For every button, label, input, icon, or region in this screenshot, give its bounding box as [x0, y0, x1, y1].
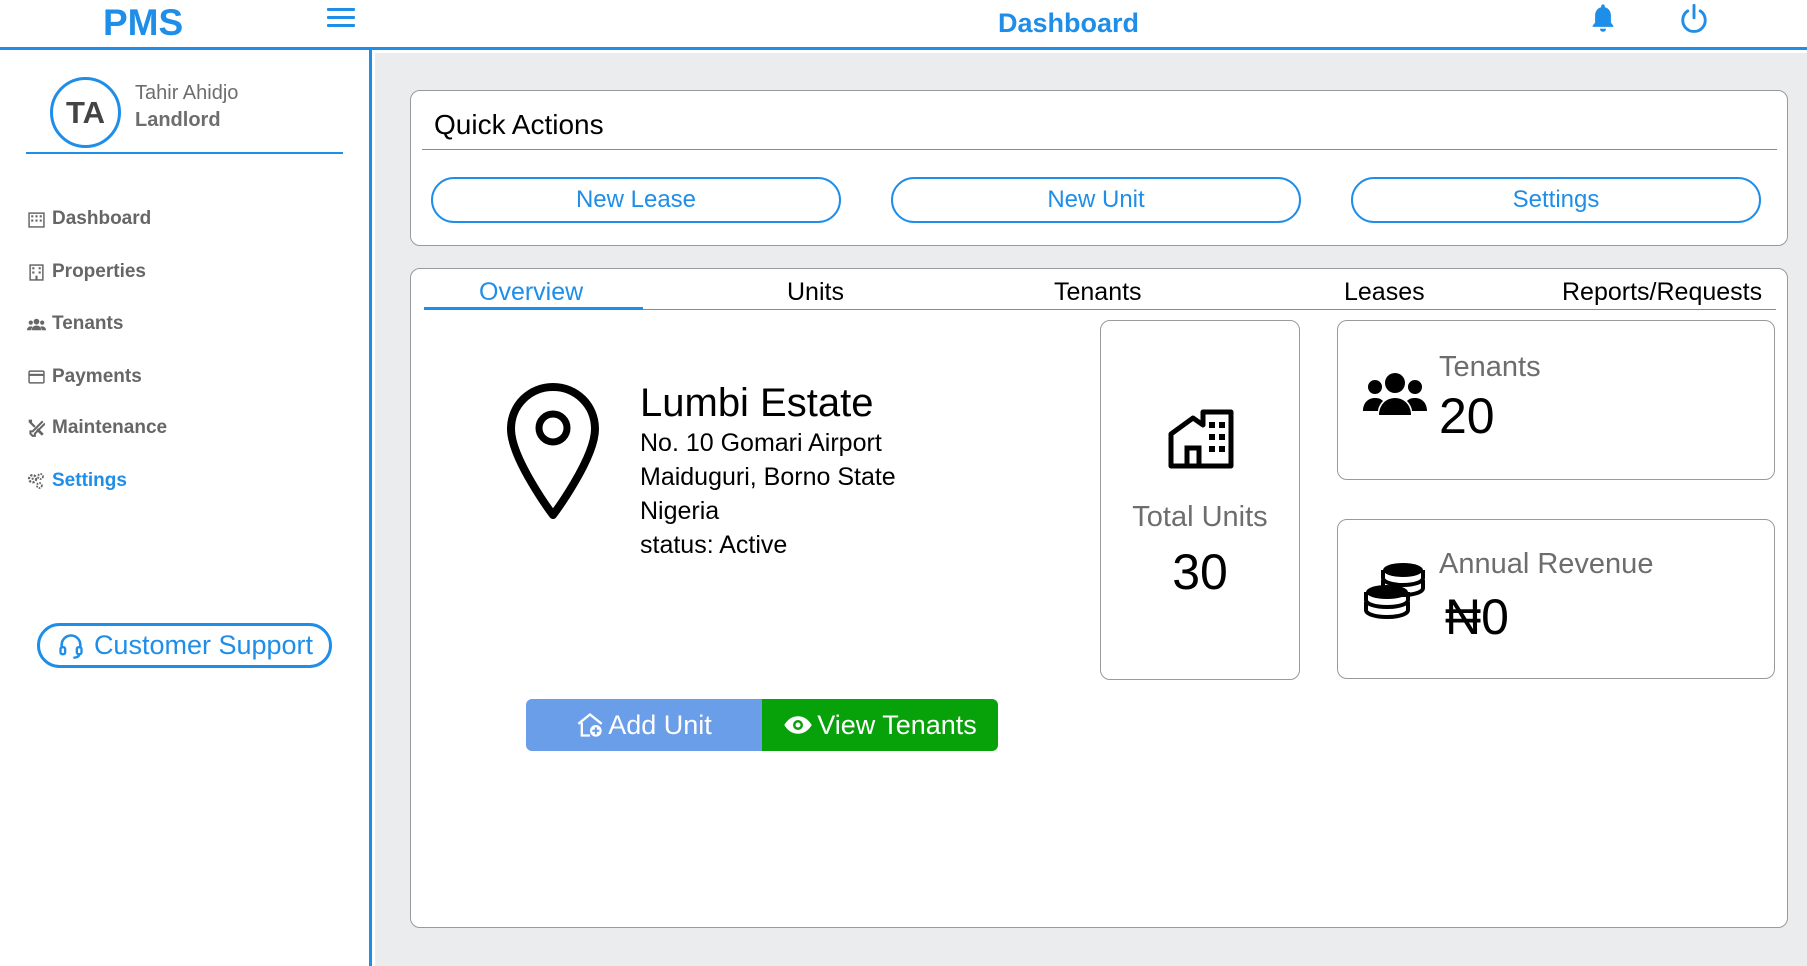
settings-button[interactable]: Settings	[1351, 177, 1761, 223]
tab-units[interactable]: Units	[787, 278, 844, 307]
sidebar-item-properties[interactable]: Properties	[26, 258, 146, 286]
bell-icon[interactable]	[1588, 2, 1618, 36]
total-units-card: Total Units 30	[1100, 320, 1300, 680]
main-content: Quick Actions New Lease New Unit Setting…	[375, 53, 1807, 966]
view-tenants-button[interactable]: View Tenants	[762, 699, 998, 751]
users-icon	[26, 314, 46, 334]
sidebar-item-payments[interactable]: Payments	[26, 363, 142, 391]
credit-card-icon	[26, 367, 46, 387]
headset-icon	[59, 633, 83, 659]
total-units-label: Total Units	[1132, 501, 1268, 533]
tab-leases[interactable]: Leases	[1344, 278, 1425, 307]
sidebar-item-label: Dashboard	[52, 208, 152, 229]
sidebar-item-label: Settings	[52, 470, 127, 491]
user-name: Tahir Ahidjo	[135, 82, 239, 104]
active-tab-indicator	[424, 307, 643, 310]
tab-overview[interactable]: Overview	[479, 278, 583, 307]
tab-tenants[interactable]: Tenants	[1054, 278, 1142, 307]
property-overview-card: Overview Units Tenants Leases Reports/Re…	[410, 268, 1788, 928]
property-name: Lumbi Estate	[640, 381, 874, 425]
quick-actions-card: Quick Actions New Lease New Unit Setting…	[410, 90, 1788, 246]
quick-actions-title: Quick Actions	[434, 109, 604, 140]
eye-icon	[784, 716, 812, 734]
divider	[422, 149, 1777, 150]
new-lease-button[interactable]: New Lease	[431, 177, 841, 223]
add-unit-button[interactable]: Add Unit	[526, 699, 762, 751]
tenants-label: Tenants	[1439, 351, 1541, 383]
property-status: status: Active	[640, 531, 788, 559]
building-icon	[26, 262, 46, 282]
sidebar-item-settings[interactable]: Settings	[26, 467, 127, 495]
sidebar: TA Tahir Ahidjo Landlord Dashboard Prope…	[0, 50, 372, 966]
coins-icon	[1363, 560, 1427, 624]
users-icon	[1363, 371, 1427, 435]
power-icon[interactable]	[1679, 2, 1709, 36]
total-units-value: 30	[1172, 544, 1228, 600]
sidebar-item-label: Tenants	[52, 313, 124, 334]
annual-revenue-label: Annual Revenue	[1439, 548, 1654, 580]
tab-reports-requests[interactable]: Reports/Requests	[1562, 278, 1762, 307]
sidebar-item-tenants[interactable]: Tenants	[26, 310, 123, 338]
tools-icon	[26, 418, 46, 438]
hamburger-icon[interactable]	[327, 8, 355, 30]
annual-revenue-card: Annual Revenue ₦0	[1337, 519, 1775, 679]
sidebar-item-dashboard[interactable]: Dashboard	[26, 205, 151, 233]
building-icon	[1167, 408, 1235, 470]
sidebar-item-label: Properties	[52, 261, 146, 282]
brand-logo[interactable]: PMS	[103, 0, 183, 46]
annual-revenue-value: ₦0	[1445, 589, 1509, 645]
page-title: Dashboard	[998, 8, 1140, 38]
property-address-line2: Maiduguri, Borno State	[640, 463, 896, 491]
sidebar-item-maintenance[interactable]: Maintenance	[26, 414, 167, 442]
gears-icon	[26, 471, 46, 491]
sidebar-item-label: Maintenance	[52, 417, 168, 438]
view-tenants-label: View Tenants	[817, 709, 977, 740]
property-address-line1: No. 10 Gomari Airport	[640, 429, 882, 457]
sidebar-item-label: Payments	[52, 366, 142, 387]
location-pin-icon	[503, 381, 603, 521]
top-bar: PMS Dashboard	[0, 0, 1807, 50]
house-plus-icon	[577, 713, 603, 737]
customer-support-label: Customer Support	[93, 630, 314, 660]
property-action-buttons: Add Unit View Tenants	[526, 699, 998, 751]
property-country: Nigeria	[640, 497, 720, 525]
customer-support-button[interactable]: Customer Support	[37, 623, 332, 668]
user-role: Landlord	[135, 109, 221, 131]
new-unit-button[interactable]: New Unit	[891, 177, 1301, 223]
building-grid-icon	[26, 209, 46, 229]
avatar[interactable]: TA	[50, 77, 121, 148]
tenants-value: 20	[1439, 388, 1495, 444]
add-unit-label: Add Unit	[608, 709, 712, 740]
user-profile: TA Tahir Ahidjo Landlord	[26, 72, 343, 154]
tenants-card: Tenants 20	[1337, 320, 1775, 480]
